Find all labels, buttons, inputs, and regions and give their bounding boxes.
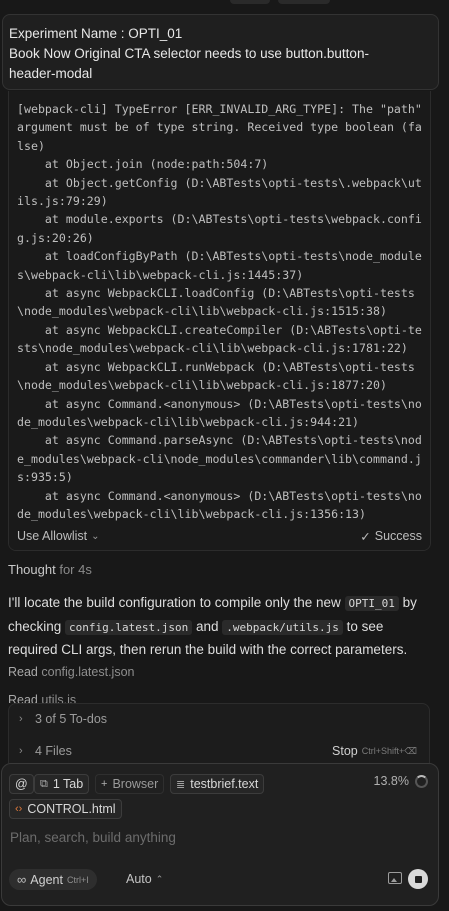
image-icon[interactable] — [388, 872, 402, 884]
allowlist-label: Use Allowlist — [17, 529, 88, 543]
chevron-right-icon: › — [19, 745, 23, 757]
inline-code: .webpack/utils.js — [222, 619, 343, 635]
user-message[interactable]: Experiment Name : OPTI_01 Book Now Origi… — [2, 14, 439, 90]
ghost-chip — [230, 0, 270, 4]
context-chip-tab[interactable]: ⧉ 1 Tab — [34, 774, 90, 794]
context-percent: 13.8% — [373, 774, 409, 788]
stop-label: Stop — [332, 744, 358, 758]
terminal-footer: Use Allowlist ⌄ ✓ Success — [9, 522, 430, 550]
plus-icon: + — [101, 778, 108, 790]
message-line: header-modal — [9, 66, 93, 81]
context-usage[interactable]: 13.8% — [374, 774, 428, 788]
stop-button[interactable]: Stop Ctrl+Shift+⌫ — [332, 744, 417, 758]
chevron-down-icon: ⌄ — [91, 530, 100, 542]
thought-duration: for 4s — [59, 562, 92, 577]
composer: @ ⧉ 1 Tab + Browser ≣ testbrief.text 13.… — [1, 763, 439, 906]
read-verb: Read — [8, 665, 38, 679]
infinity-icon: ∞ — [17, 872, 27, 887]
files-toggle[interactable]: › 4 Files Stop Ctrl+Shift+⌫ — [9, 737, 429, 765]
chevron-up-icon: ⌃ — [155, 873, 164, 884]
read-file-name: config.latest.json — [41, 665, 135, 679]
chip-label: 1 Tab — [52, 777, 84, 791]
ghost-chip — [278, 0, 330, 4]
read-verb: Read — [8, 693, 38, 703]
mode-selector[interactable]: ∞ Agent Ctrl+I — [9, 869, 97, 890]
at-icon: @ — [15, 777, 28, 791]
mode-shortcut: Ctrl+I — [66, 874, 89, 885]
terminal-output-panel[interactable]: [webpack-cli] TypeError [ERR_INVALID_ARG… — [8, 91, 431, 551]
chip-label: testbrief.text — [190, 777, 259, 791]
tabs-icon: ⧉ — [40, 777, 48, 790]
assistant-message: I'll locate the build configuration to c… — [8, 592, 433, 662]
mode-label: Agent — [30, 872, 63, 887]
context-chip-html-file[interactable]: ‹› CONTROL.html — [9, 799, 122, 819]
thought-label: Thought — [8, 562, 56, 577]
chip-label: CONTROL.html — [27, 802, 116, 816]
todo-panel: › 3 of 5 To-dos › 4 Files Stop Ctrl+Shif… — [8, 703, 430, 763]
status-success: ✓ Success — [360, 529, 422, 544]
todos-toggle[interactable]: › 3 of 5 To-dos — [9, 705, 429, 733]
stop-shortcut: Ctrl+Shift+⌫ — [361, 745, 417, 756]
context-chip-file[interactable]: ≣ testbrief.text — [170, 774, 265, 794]
experiment-name: Experiment Name : OPTI_01 — [9, 26, 183, 41]
scrolled-header-remnant — [0, 0, 449, 10]
message-line: Book Now Original CTA selector needs to … — [9, 46, 369, 61]
read-file-action[interactable]: Read utils.js — [8, 693, 76, 703]
read-file-name: utils.js — [41, 693, 77, 703]
stop-icon — [414, 875, 422, 883]
read-file-action[interactable]: Read config.latest.json — [8, 665, 134, 679]
code-file-icon: ‹› — [15, 803, 23, 815]
thought-indicator[interactable]: Thought for 4s — [8, 562, 92, 577]
prompt-input[interactable]: Plan, search, build anything — [10, 830, 176, 845]
model-selector[interactable]: Auto ⌃ — [126, 872, 163, 886]
stop-generation-button[interactable] — [408, 869, 428, 889]
mention-button[interactable]: @ — [9, 774, 34, 794]
files-label: 4 Files — [35, 744, 72, 758]
status-label: Success — [374, 529, 422, 543]
use-allowlist-button[interactable]: Use Allowlist ⌄ — [17, 529, 100, 543]
checkmark-icon: ✓ — [360, 529, 371, 544]
model-label: Auto — [126, 872, 152, 886]
file-icon: ≣ — [176, 778, 186, 791]
inline-code: OPTI_01 — [344, 596, 399, 611]
text-span: and — [192, 618, 223, 634]
inline-code: config.latest.json — [65, 619, 193, 635]
chip-label: Browser — [112, 777, 159, 791]
chevron-right-icon: › — [19, 713, 23, 725]
context-chip-browser[interactable]: + Browser — [95, 774, 165, 794]
text-span: I'll locate the build configuration to c… — [8, 595, 345, 610]
progress-ring-icon — [415, 774, 428, 788]
todos-label: 3 of 5 To-dos — [35, 712, 108, 726]
terminal-output: [webpack-cli] TypeError [ERR_INVALID_ARG… — [17, 102, 422, 521]
